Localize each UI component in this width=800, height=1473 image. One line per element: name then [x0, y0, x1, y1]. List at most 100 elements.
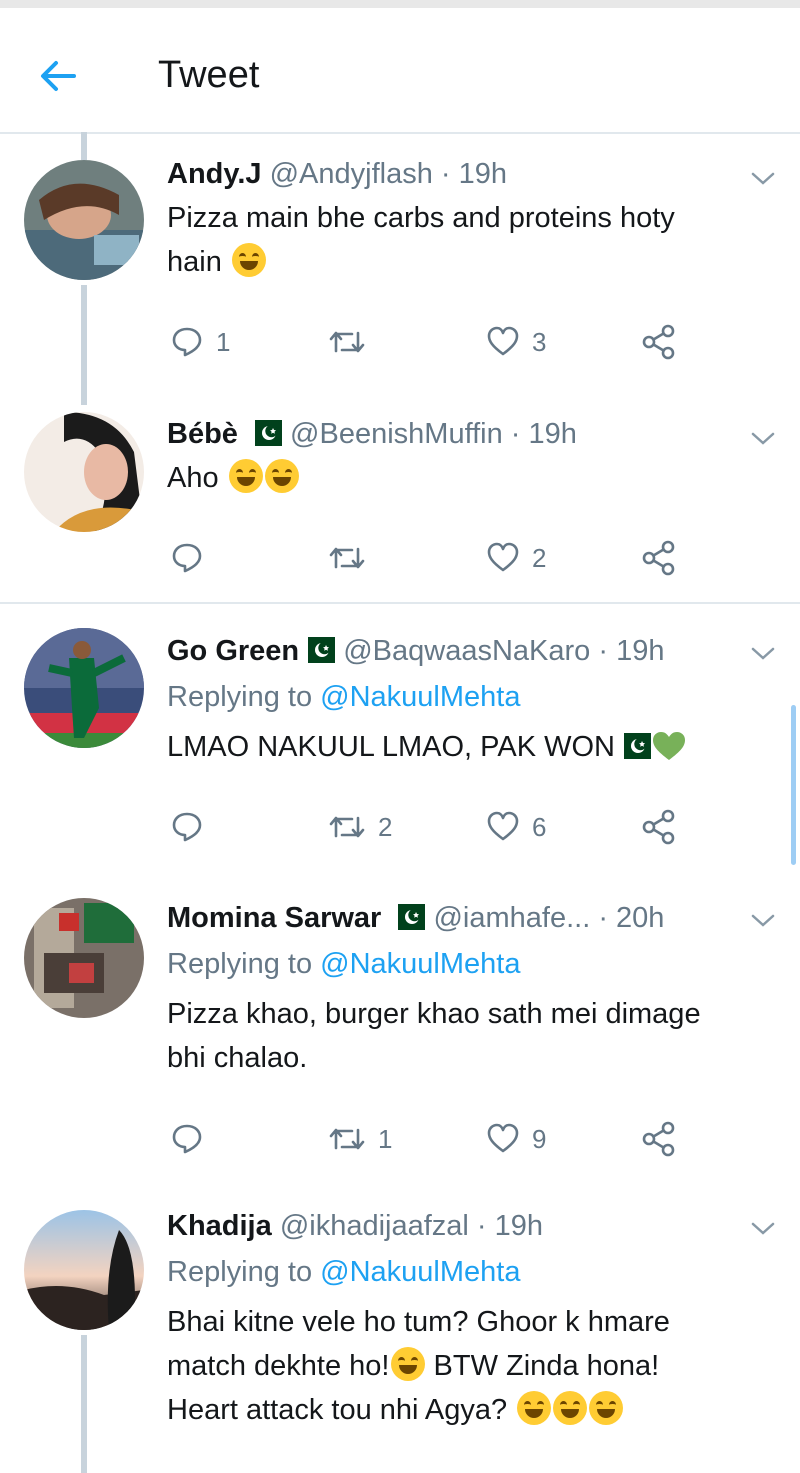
tweet-text-fragment: match dekhte ho! — [167, 1350, 390, 1382]
share-button[interactable] — [641, 538, 677, 578]
top-app-bar: Tweet — [0, 8, 800, 134]
tweet-meta: Bébè @BeenishMuffin · 19h — [167, 416, 577, 452]
separator-dot: · — [476, 1210, 487, 1242]
share-button[interactable] — [641, 322, 677, 362]
separator-dot: · — [598, 902, 608, 934]
tweet-text-line: match dekhte ho! BTW Zinda hona! — [167, 1344, 777, 1388]
thread-line — [81, 132, 87, 160]
replying-to: Replying to @NakuulMehta — [167, 946, 520, 982]
tweet-meta: Khadija @ikhadijaafzal · 19h — [167, 1208, 543, 1244]
author-handle[interactable]: @iamhafe... — [433, 902, 590, 934]
tweet-text-fragment: LMAO NAKUUL LMAO, PAK WON — [167, 731, 615, 763]
chevron-down-icon[interactable] — [748, 166, 778, 190]
back-button[interactable] — [34, 52, 82, 100]
avatar[interactable] — [24, 412, 144, 532]
retweet-button[interactable]: 2 — [328, 807, 392, 847]
replying-to-label: Replying to — [167, 948, 313, 980]
like-count: 3 — [532, 326, 547, 357]
tweet-text-line: Pizza khao, burger khao sath mei dimage — [167, 998, 701, 1030]
back-arrow-icon — [41, 61, 76, 91]
chevron-down-icon[interactable] — [748, 908, 778, 932]
author-name[interactable]: Khadija — [167, 1210, 272, 1242]
retweet-button[interactable] — [328, 322, 378, 362]
rofl-emoji-icon — [264, 459, 299, 493]
like-button[interactable]: 9 — [486, 1119, 546, 1159]
avatar[interactable] — [24, 898, 144, 1018]
tweet-text-line: Bhai kitne vele ho tum? Ghoor k hmare — [167, 1306, 670, 1338]
tweet-actions: 2 6 — [0, 807, 800, 847]
tweet-actions: 2 — [0, 538, 800, 578]
tweet-text-line: bhi chalao. — [167, 1042, 308, 1074]
replying-to: Replying to @NakuulMehta — [167, 1254, 520, 1290]
avatar[interactable] — [24, 628, 144, 748]
tweet-text: Pizza main bhe carbs and proteins hoty h… — [167, 196, 777, 284]
chevron-down-icon[interactable] — [748, 641, 778, 665]
rofl-emoji-icon — [231, 243, 266, 277]
author-name[interactable]: Go Green — [167, 635, 299, 667]
reply-button[interactable]: 1 — [170, 322, 230, 362]
reply-bubble-icon — [172, 812, 202, 842]
share-icon — [642, 809, 675, 845]
share-icon — [642, 324, 675, 360]
joy-emoji-icon — [553, 1391, 588, 1425]
pakistan-flag-icon — [299, 637, 336, 663]
reply-bubble-icon — [172, 327, 202, 357]
share-icon — [642, 540, 675, 576]
chevron-down-icon[interactable] — [748, 1216, 778, 1240]
author-handle[interactable]: @Andyjflash — [270, 158, 433, 190]
thread-line — [81, 1335, 87, 1473]
joy-emoji-icon — [391, 1347, 426, 1381]
separator-dot: · — [440, 158, 451, 190]
chevron-down-icon[interactable] — [748, 426, 778, 450]
author-name[interactable]: Bébè — [167, 418, 238, 450]
divider — [0, 602, 800, 604]
tweet-meta: Momina Sarwar @iamhafe... · 20h — [167, 900, 664, 936]
retweet-button[interactable] — [328, 538, 378, 578]
reply-button[interactable] — [170, 807, 216, 847]
tweet-text-fragment: Heart attack tou nhi Agya? — [167, 1394, 516, 1426]
pakistan-flag-icon — [245, 420, 282, 446]
rofl-emoji-icon — [228, 459, 263, 493]
like-count: 9 — [532, 1123, 547, 1154]
mention-link[interactable]: @NakuulMehta — [320, 681, 520, 713]
reply-count: 1 — [216, 326, 231, 357]
author-name[interactable]: Andy.J — [167, 158, 262, 190]
avatar[interactable] — [24, 1210, 144, 1330]
tweet-text: Bhai kitne vele ho tum? Ghoor k hmare ma… — [167, 1300, 777, 1432]
tweet-meta: Andy.J @Andyjflash · 19h — [167, 156, 507, 192]
retweet-icon — [329, 816, 365, 838]
page-title: Tweet — [158, 54, 260, 96]
author-handle[interactable]: @BeenishMuffin — [290, 418, 503, 450]
avatar[interactable] — [24, 160, 144, 280]
mention-link[interactable]: @NakuulMehta — [320, 1256, 520, 1288]
tweet-time: 19h — [528, 418, 577, 450]
author-name[interactable]: Momina Sarwar — [167, 902, 381, 934]
retweet-icon — [329, 1128, 365, 1150]
reply-button[interactable] — [170, 538, 216, 578]
like-button[interactable]: 6 — [486, 807, 546, 847]
replying-to-label: Replying to — [167, 1256, 313, 1288]
mention-link[interactable]: @NakuulMehta — [320, 948, 520, 980]
retweet-count: 1 — [378, 1123, 393, 1154]
replying-to: Replying to @NakuulMehta — [167, 679, 520, 715]
share-button[interactable] — [641, 1119, 677, 1159]
heart-icon — [487, 542, 519, 572]
tweet-text-fragment: Aho — [167, 462, 219, 494]
retweet-button[interactable]: 1 — [328, 1119, 392, 1159]
like-count: 2 — [532, 542, 547, 573]
share-button[interactable] — [641, 807, 677, 847]
like-button[interactable]: 3 — [486, 322, 546, 362]
reply-bubble-icon — [172, 1124, 202, 1154]
tweet-time: 20h — [616, 902, 665, 934]
heart-icon — [487, 326, 519, 356]
reply-button[interactable] — [170, 1119, 216, 1159]
tweet-text-line: Pizza main bhe carbs and proteins hoty — [167, 202, 675, 234]
tweet-time: 19h — [494, 1210, 544, 1242]
tweet-text-line: hain — [167, 240, 777, 284]
tweet-time: 19h — [458, 158, 508, 190]
reply-bubble-icon — [172, 543, 202, 573]
like-button[interactable]: 2 — [486, 538, 546, 578]
author-handle[interactable]: @ikhadijaafzal — [280, 1210, 469, 1242]
tweet-actions: 1 9 — [0, 1119, 800, 1159]
author-handle[interactable]: @BaqwaasNaKaro — [343, 635, 590, 667]
